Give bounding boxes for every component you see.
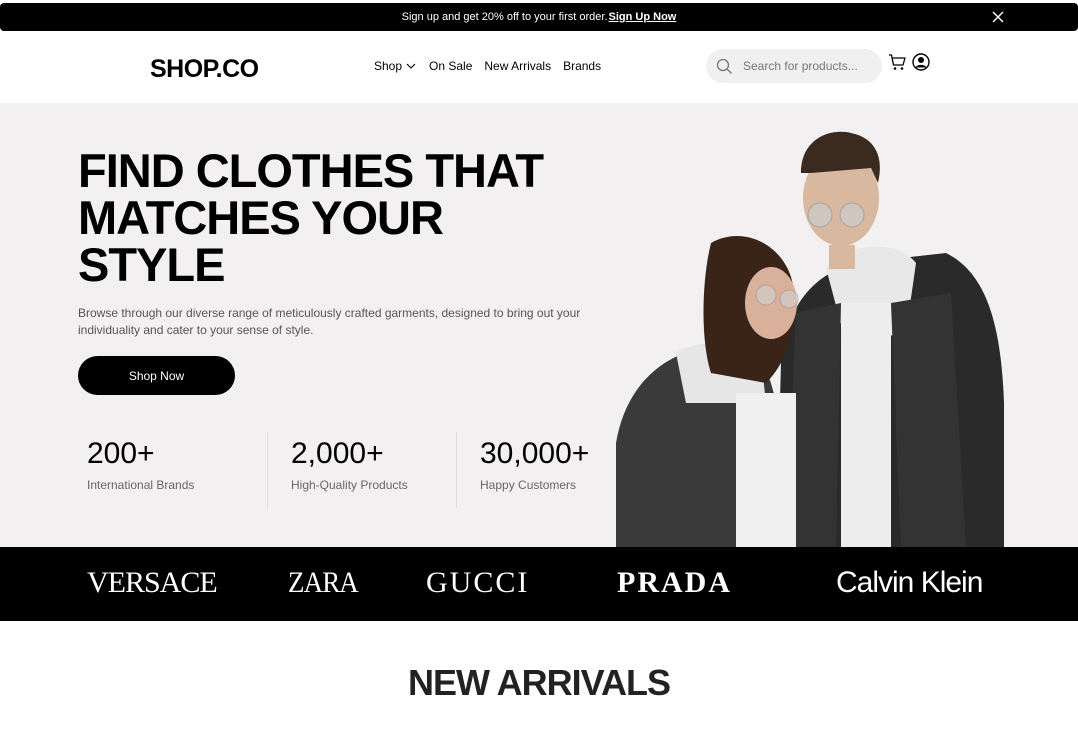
cart-icon[interactable] — [888, 53, 906, 71]
nav-brands[interactable]: Brands — [563, 59, 601, 73]
brand-logo-calvin-klein: Calvin Klein — [836, 566, 983, 599]
hero-description: Browse through our diverse range of meti… — [78, 306, 581, 337]
nav-shop-label: Shop — [374, 59, 403, 73]
promo-text: Sign up and get 20% off to your first or… — [401, 11, 608, 23]
hero-title-line: STYLE — [78, 238, 225, 291]
main-nav: Shop On Sale New Arrivals Brands — [374, 59, 601, 73]
brand-logo-gucci: GUCCI — [426, 566, 530, 599]
new-arrivals-heading: NEW ARRIVALS — [408, 662, 671, 703]
stat-products: 2,000+ High-Quality Products — [267, 432, 456, 508]
logo[interactable]: SHOP.CO — [150, 55, 259, 84]
nav-shop[interactable]: Shop — [374, 59, 417, 73]
hero-title-line: MATCHES YOUR — [78, 191, 444, 244]
brand-logo-prada: PRADA — [617, 566, 732, 599]
hero-image — [616, 131, 1004, 547]
stat-label: International Brands — [87, 478, 195, 492]
header: SHOP.CO Shop On Sale New Arrivals Brands — [0, 31, 1078, 103]
user-icon[interactable] — [912, 53, 930, 71]
brand-logo-zara: ZARA — [288, 566, 359, 599]
close-icon[interactable] — [990, 9, 1006, 25]
search-icon — [716, 58, 732, 74]
stat-value: 2,000+ — [291, 437, 384, 470]
stat-value: 200+ — [87, 437, 155, 470]
shop-now-button[interactable]: Shop Now — [78, 356, 235, 395]
nav-on-sale[interactable]: On Sale — [429, 59, 472, 73]
chevron-down-icon — [406, 63, 416, 69]
hero-title-line: FIND CLOTHES THAT — [78, 144, 544, 197]
nav-new-arrivals[interactable]: New Arrivals — [484, 59, 551, 73]
sign-up-link[interactable]: Sign Up Now — [609, 11, 677, 23]
hero-title: FIND CLOTHES THAT MATCHES YOUR STYLE — [78, 147, 618, 288]
search-input[interactable] — [741, 58, 875, 74]
brand-logo-versace: VERSACE — [87, 566, 218, 599]
search-box — [706, 49, 882, 83]
hero-section: FIND CLOTHES THAT MATCHES YOUR STYLE Bro… — [0, 103, 1078, 547]
hero-stats: 200+ International Brands 2,000+ High-Qu… — [78, 432, 645, 508]
stat-brands: 200+ International Brands — [78, 432, 267, 508]
brands-bar: VERSACE ZARA GUCCI PRADA Calvin Klein — [0, 547, 1078, 621]
promo-bar: Sign up and get 20% off to your first or… — [0, 3, 1078, 31]
stat-label: High-Quality Products — [291, 478, 408, 492]
